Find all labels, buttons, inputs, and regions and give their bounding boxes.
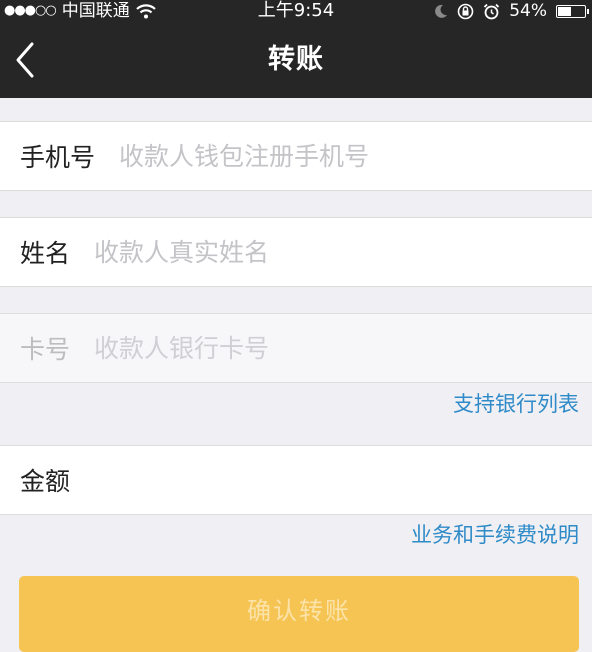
rotation-lock-icon bbox=[457, 3, 474, 19]
phone-input[interactable] bbox=[119, 141, 576, 171]
battery-icon bbox=[556, 4, 589, 18]
card-row: 卡号 bbox=[0, 313, 592, 383]
fee-info-link[interactable]: 业务和手续费说明 bbox=[411, 519, 579, 549]
name-input[interactable] bbox=[94, 237, 576, 267]
card-label: 卡号 bbox=[20, 335, 71, 364]
battery-level bbox=[558, 6, 571, 16]
moon-icon bbox=[435, 4, 448, 18]
battery-percent: 54% bbox=[509, 1, 547, 21]
name-row: 姓名 bbox=[0, 217, 592, 287]
top-bar: ●●●○○ 中国联通 上午9:54 54% 转账 bbox=[0, 0, 592, 98]
name-label: 姓名 bbox=[20, 239, 71, 268]
card-number-input[interactable] bbox=[94, 333, 576, 363]
phone-label: 手机号 bbox=[20, 143, 96, 172]
amount-input[interactable] bbox=[94, 465, 576, 495]
phone-row: 手机号 bbox=[0, 121, 592, 191]
confirm-transfer-button[interactable]: 确认转账 bbox=[19, 576, 579, 652]
battery-cap bbox=[587, 8, 589, 14]
supported-banks-link[interactable]: 支持银行列表 bbox=[453, 388, 579, 418]
alarm-icon bbox=[484, 3, 500, 19]
amount-row: 金额 bbox=[0, 445, 592, 515]
page-title: 转账 bbox=[268, 44, 324, 75]
status-right: 54% bbox=[434, 0, 589, 22]
status-bar: ●●●○○ 中国联通 上午9:54 54% bbox=[0, 0, 592, 22]
amount-label: 金额 bbox=[20, 467, 71, 496]
nav-bar: 转账 bbox=[0, 22, 592, 98]
